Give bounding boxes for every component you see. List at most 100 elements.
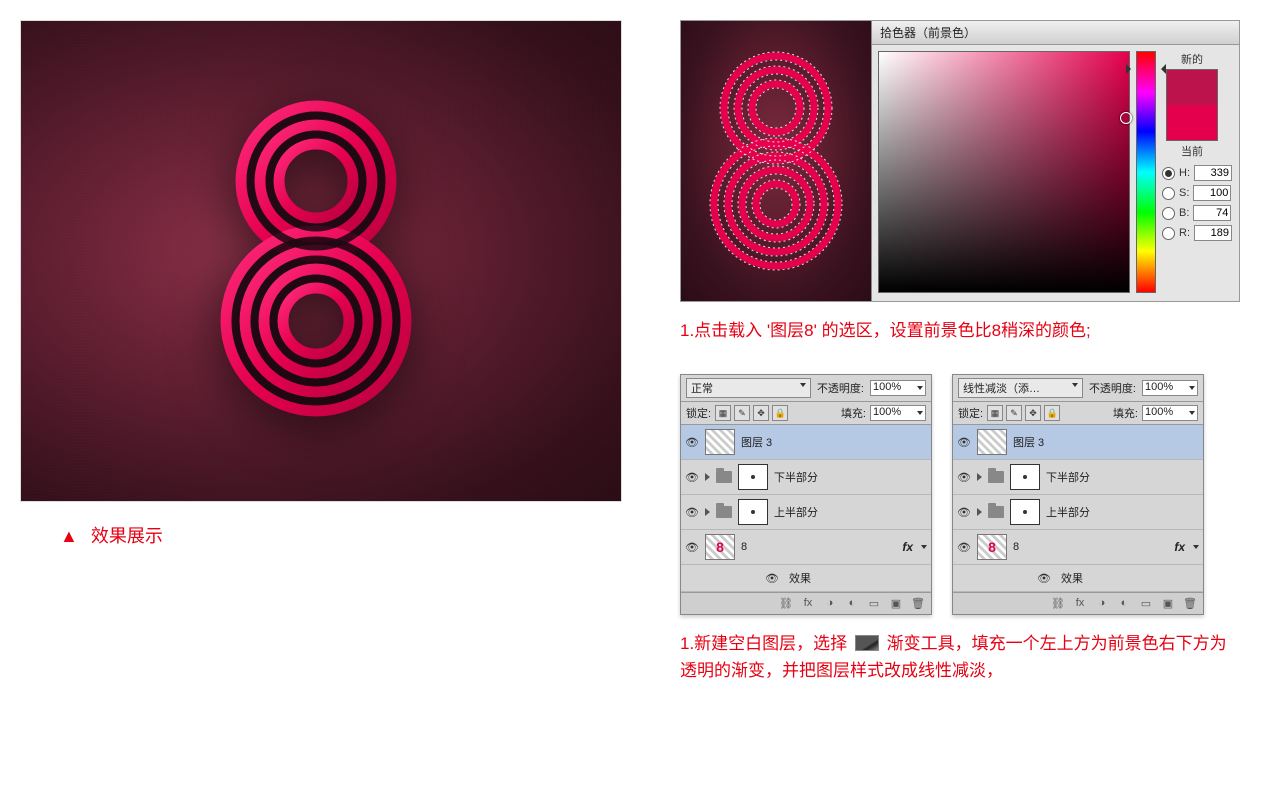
lock-pixels-icon[interactable]: ✎ <box>734 405 750 421</box>
instruction-2: 1.新建空白图层，选择 渐变工具，填充一个左上方为前景色右下方为透明的渐变，并把… <box>680 630 1240 684</box>
b-radio[interactable] <box>1162 207 1175 220</box>
mask-foot-icon[interactable]: ◑ <box>823 597 837 610</box>
mask-foot-icon[interactable]: ◑ <box>1095 597 1109 610</box>
b-row: B: <box>1162 205 1232 221</box>
r-row: R: <box>1162 225 1232 241</box>
adjustment-icon[interactable]: ◐ <box>845 597 859 610</box>
fx-foot-icon[interactable]: fx <box>801 597 815 610</box>
selection-and-picker: 拾色器（前景色） 新的 <box>680 20 1240 302</box>
layer-row-upper-2[interactable]: 👁 上半部分 <box>953 495 1203 530</box>
layer-list-1: 👁 图层 3 👁 下半部分 👁 <box>681 425 931 592</box>
lock-all-icon[interactable]: 🔒 <box>772 405 788 421</box>
trash-icon[interactable]: 🗑 <box>911 597 925 610</box>
fx-expand-icon[interactable] <box>1193 545 1199 549</box>
lock-pos-icon[interactable]: ✥ <box>1025 405 1041 421</box>
layer-thumb-icon <box>705 429 735 455</box>
folder-arrow-icon[interactable] <box>705 508 710 516</box>
fill-input-2[interactable]: 100% <box>1142 405 1198 421</box>
layer-panels: 正常 不透明度: 100% 锁定: ▦ ✎ ✥ 🔒 填充: 100% <box>680 374 1240 615</box>
h-input[interactable] <box>1194 165 1232 181</box>
eye-icon[interactable]: 👁 <box>685 541 699 554</box>
new-layer-icon[interactable]: ▣ <box>1161 597 1175 610</box>
folder-icon <box>716 506 732 518</box>
color-swatch <box>1166 69 1218 141</box>
eye-icon[interactable]: 👁 <box>957 541 971 554</box>
new-group-icon[interactable]: ▭ <box>1139 597 1153 610</box>
hue-slider[interactable] <box>1136 51 1156 293</box>
layers-footer-2: ⛓ fx ◑ ◐ ▭ ▣ 🗑 <box>953 592 1203 614</box>
layers-footer-1: ⛓ fx ◑ ◐ ▭ ▣ 🗑 <box>681 592 931 614</box>
h-radio[interactable] <box>1162 167 1175 180</box>
lock-row-1: 锁定: ▦ ✎ ✥ 🔒 填充: 100% <box>681 402 931 425</box>
lock-all-icon[interactable]: 🔒 <box>1044 405 1060 421</box>
s-radio[interactable] <box>1162 187 1175 200</box>
eye-icon[interactable]: 👁 <box>1037 572 1051 585</box>
layer-row-layer3-1[interactable]: 👁 图层 3 <box>681 425 931 460</box>
fill-input-1[interactable]: 100% <box>870 405 926 421</box>
link-icon[interactable]: ⛓ <box>1051 597 1065 610</box>
eye-icon[interactable]: 👁 <box>685 471 699 484</box>
layer-row-8-1[interactable]: 👁 8 8 fx <box>681 530 931 565</box>
mask-thumb-icon <box>1010 464 1040 490</box>
new-group-icon[interactable]: ▭ <box>867 597 881 610</box>
r-input[interactable] <box>1194 225 1232 241</box>
new-color-label: 新的 <box>1181 51 1203 67</box>
eye-icon[interactable]: 👁 <box>685 436 699 449</box>
lock-label-1: 锁定: <box>686 405 711 421</box>
s-row: S: <box>1162 185 1232 201</box>
folder-arrow-icon[interactable] <box>705 473 710 481</box>
swatch-column: 新的 当前 <box>1162 51 1222 159</box>
r-label: R: <box>1179 227 1190 239</box>
layer-name: 图层 3 <box>1013 434 1199 450</box>
instruction-1: 1.点击载入 '图层8' 的选区，设置前景色比8稍深的颜色; <box>680 317 1240 344</box>
fx-icon[interactable]: fx <box>902 540 913 554</box>
lock-pos-icon[interactable]: ✥ <box>753 405 769 421</box>
fx-icon[interactable]: fx <box>1174 540 1185 554</box>
opacity-input-2[interactable]: 100% <box>1142 380 1198 396</box>
eye-icon[interactable]: 👁 <box>685 506 699 519</box>
fx-expand-icon[interactable] <box>921 545 927 549</box>
left-column: ▲ 效果展示 <box>20 20 640 715</box>
link-icon[interactable]: ⛓ <box>779 597 793 610</box>
adjustment-icon[interactable]: ◐ <box>1117 597 1131 610</box>
h-row: H: <box>1162 165 1232 181</box>
blend-mode-select-1[interactable]: 正常 <box>686 378 811 398</box>
value-column: H: S: B: <box>1162 165 1232 295</box>
fill-label-1: 填充: <box>841 405 866 421</box>
layer-row-effects-1[interactable]: 👁效果 <box>681 565 931 592</box>
eye-icon[interactable]: 👁 <box>765 572 779 585</box>
opacity-input-1[interactable]: 100% <box>870 380 926 396</box>
current-color-label: 当前 <box>1181 143 1203 159</box>
layer-row-layer3-2[interactable]: 👁 图层 3 <box>953 425 1203 460</box>
blend-mode-select-2[interactable]: 线性减淡（添… <box>958 378 1083 398</box>
caption-text: 效果展示 <box>91 526 163 546</box>
new-layer-icon[interactable]: ▣ <box>889 597 903 610</box>
folder-arrow-icon[interactable] <box>977 473 982 481</box>
mask-thumb-icon <box>738 464 768 490</box>
lock-trans-icon[interactable]: ▦ <box>715 405 731 421</box>
eye-icon[interactable]: 👁 <box>957 471 971 484</box>
eye-icon[interactable]: 👁 <box>957 436 971 449</box>
s-input[interactable] <box>1193 185 1231 201</box>
opacity-label-2: 不透明度: <box>1089 380 1136 396</box>
layer-row-lower-2[interactable]: 👁 下半部分 <box>953 460 1203 495</box>
sv-field[interactable] <box>878 51 1130 293</box>
layer-name: 下半部分 <box>1046 469 1199 485</box>
layer-row-lower-1[interactable]: 👁 下半部分 <box>681 460 931 495</box>
lock-pixels-icon[interactable]: ✎ <box>1006 405 1022 421</box>
lock-trans-icon[interactable]: ▦ <box>987 405 1003 421</box>
eye-icon[interactable]: 👁 <box>957 506 971 519</box>
layer-row-effects-2[interactable]: 👁效果 <box>953 565 1203 592</box>
layer-row-8-2[interactable]: 👁 8 8 fx <box>953 530 1203 565</box>
layer-thumb-icon: 8 <box>977 534 1007 560</box>
layers-panel-1: 正常 不透明度: 100% 锁定: ▦ ✎ ✥ 🔒 填充: 100% <box>680 374 932 615</box>
mask-thumb-icon <box>738 499 768 525</box>
fx-foot-icon[interactable]: fx <box>1073 597 1087 610</box>
folder-arrow-icon[interactable] <box>977 508 982 516</box>
mask-thumb-icon <box>1010 499 1040 525</box>
b-input[interactable] <box>1193 205 1231 221</box>
r-radio[interactable] <box>1162 227 1175 240</box>
layer-name: 8 <box>1013 541 1168 553</box>
trash-icon[interactable]: 🗑 <box>1183 597 1197 610</box>
layer-row-upper-1[interactable]: 👁 上半部分 <box>681 495 931 530</box>
